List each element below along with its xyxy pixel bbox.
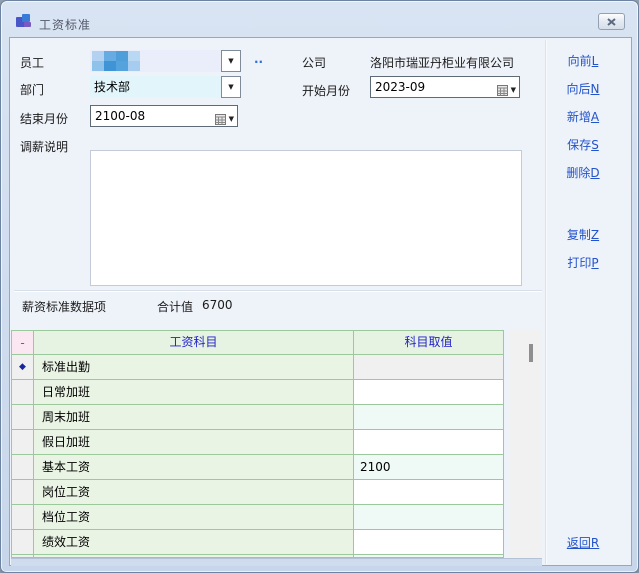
return-button[interactable]: 返回R	[557, 534, 609, 551]
chevron-down-icon: ▼	[511, 80, 516, 100]
employee-browse-button[interactable]: ..	[254, 52, 263, 66]
end-month-label: 结束月份	[20, 110, 68, 127]
value-cell[interactable]	[354, 430, 503, 455]
end-month-field[interactable]: 2100-08 ▼	[90, 105, 238, 127]
backward-button[interactable]: 向后N	[557, 80, 609, 97]
table-row[interactable]: 基本工资 2100	[12, 455, 503, 480]
divider	[14, 290, 542, 292]
chevron-down-icon: ▼	[228, 83, 233, 91]
value-cell[interactable]: 2100	[354, 455, 503, 480]
remark-textarea[interactable]	[90, 150, 522, 286]
save-button[interactable]: 保存S	[557, 136, 609, 153]
detail-title: 薪资标准数据项	[22, 298, 106, 315]
delete-button[interactable]: 删除D	[557, 164, 609, 181]
total-value: 6700	[202, 298, 233, 312]
print-button[interactable]: 打印P	[557, 254, 609, 271]
employee-dropdown-button[interactable]: ▼	[221, 50, 241, 72]
table-row[interactable]: 假日加班	[12, 430, 503, 455]
marker-column-header: -	[12, 331, 34, 355]
employee-label: 员工	[20, 54, 44, 71]
company-value: 洛阳市瑞亚丹柜业有限公司	[370, 54, 514, 71]
department-label: 部门	[20, 81, 44, 98]
chevron-down-icon: ▼	[229, 109, 234, 129]
dialog-content: 员工 ▼ .. 公司 洛阳市瑞亚丹柜业有限公司 部门 技术部 ▼ 开始月份 20…	[9, 37, 632, 566]
department-combo[interactable]: 技术部	[90, 76, 221, 98]
add-button[interactable]: 新增A	[557, 108, 609, 125]
calendar-icon	[497, 85, 508, 96]
column-header-subject: 工资科目	[34, 331, 354, 355]
close-button[interactable]	[598, 13, 625, 30]
table-row[interactable]: ◆ 标准出勤	[12, 355, 503, 380]
redacted-employee-name	[92, 51, 140, 71]
table-vertical-scrollbar[interactable]	[509, 330, 542, 558]
start-month-label: 开始月份	[302, 82, 350, 99]
table-row[interactable]: 日常加班	[12, 380, 503, 405]
chevron-down-icon: ▼	[228, 57, 233, 65]
table-row[interactable]: 档位工资	[12, 505, 503, 530]
calendar-icon	[215, 114, 226, 125]
value-cell[interactable]	[354, 355, 503, 380]
department-dropdown-button[interactable]: ▼	[221, 76, 241, 98]
scrollbar-thumb[interactable]	[529, 344, 533, 362]
table-row[interactable]: 绩效工资	[12, 530, 503, 555]
table-header-row: - 工资科目 科目取值	[12, 331, 503, 355]
window-title: 工资标准	[39, 16, 91, 33]
value-cell[interactable]	[354, 405, 503, 430]
start-month-field[interactable]: 2023-09 ▼	[370, 76, 520, 98]
table-horizontal-scrollbar[interactable]	[11, 558, 542, 566]
table-row[interactable]: 周末加班	[12, 405, 503, 430]
total-label: 合计值	[157, 298, 193, 315]
current-row-icon: ◆	[19, 362, 26, 372]
value-cell[interactable]	[354, 505, 503, 530]
copy-button[interactable]: 复制Z	[557, 226, 609, 243]
app-icon	[15, 13, 33, 29]
salary-standard-window: 工资标准 员工 ▼ .. 公司 洛阳市瑞亚丹柜业有限公司 部门 技术部 ▼ 开始…	[0, 0, 639, 573]
column-header-value: 科目取值	[354, 331, 503, 355]
remark-label: 调薪说明	[20, 138, 68, 155]
value-cell[interactable]	[354, 530, 503, 555]
employee-combo[interactable]	[90, 50, 221, 72]
forward-button[interactable]: 向前L	[557, 52, 609, 69]
close-icon	[607, 18, 616, 26]
company-label: 公司	[302, 54, 326, 71]
value-cell[interactable]	[354, 480, 503, 505]
value-cell[interactable]	[354, 380, 503, 405]
salary-items-table: - 工资科目 科目取值 ◆ 标准出勤 日常加班 周末加班 假日加班	[11, 330, 504, 558]
table-row[interactable]: 岗位工资	[12, 480, 503, 505]
titlebar[interactable]: 工资标准	[1, 1, 638, 37]
button-panel-divider	[545, 40, 547, 564]
